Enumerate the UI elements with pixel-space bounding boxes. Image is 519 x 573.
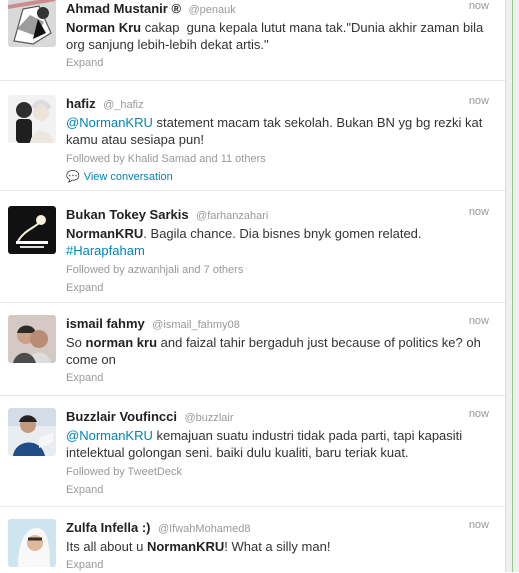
tweet-text-bold: Norman Kru	[66, 20, 142, 35]
vertical-scrollbar[interactable]	[505, 0, 519, 572]
tweet-author-handle[interactable]: @buzzlair	[184, 412, 233, 424]
scrollbar-track-line	[512, 0, 513, 572]
avatar-image	[8, 519, 56, 567]
expand-link[interactable]: Expand	[66, 370, 489, 386]
tweet-author-name[interactable]: Ahmad Mustanir ®	[66, 1, 181, 16]
tweet-text: Norman Kru cakap guna kepala lutut mana …	[66, 19, 489, 53]
tweet-hashtag[interactable]: #Harapfaham	[66, 243, 145, 258]
tweet-timestamp[interactable]: now	[469, 95, 489, 107]
followed-by-text[interactable]: Followed by azwanhjali and 7 others	[66, 262, 489, 278]
tweet-timestamp[interactable]: now	[469, 0, 489, 12]
tweet-author-handle[interactable]: @IfwahMohamed8	[158, 523, 251, 535]
speech-bubble-icon: 💬	[66, 171, 80, 183]
followed-by-text[interactable]: Followed by TweetDeck	[66, 464, 489, 480]
expand-link[interactable]: Expand	[66, 280, 489, 296]
tweet-text: @NormanKRU kemajuan suatu industri tidak…	[66, 427, 489, 461]
tweet-text-prefix: So	[66, 335, 86, 350]
tweet-text: So norman kru and faizal tahir bergaduh …	[66, 334, 489, 368]
followed-by-text[interactable]: Followed by Khalid Samad and 11 others	[66, 151, 489, 167]
tweet-author-handle[interactable]: @farhanzahari	[196, 210, 268, 222]
avatar-image	[8, 408, 56, 456]
avatar-image	[8, 315, 56, 363]
tweet-text-bold: NormanKRU	[146, 539, 225, 554]
tweet-item[interactable]: Bukan Tokey Sarkis @farhanzahari now Nor…	[0, 191, 505, 303]
tweet-text-body: . Bagila chance. Dia bisnes bnyk gomen r…	[143, 226, 422, 241]
tweet-author-name[interactable]: Zulfa Infella :)	[66, 520, 151, 535]
avatar-image	[8, 0, 56, 47]
tweet-item[interactable]: hafiz @_hafiz now @NormanKRU statement m…	[0, 81, 505, 191]
tweet-avatar-buzzlair[interactable]	[8, 408, 56, 456]
tweet-author-name[interactable]: Buzzlair Voufincci	[66, 409, 177, 424]
tweet-author-name[interactable]: Bukan Tokey Sarkis	[66, 207, 189, 222]
tweet-author-handle[interactable]: @penauk	[189, 4, 236, 16]
tweet-avatar-zulfa[interactable]	[8, 519, 56, 567]
tweet-avatar-hafiz[interactable]	[8, 95, 56, 143]
tweet-header: Ahmad Mustanir ® @penauk now	[66, 0, 489, 18]
tweet-author-handle[interactable]: @ismail_fahmy08	[152, 319, 240, 331]
tweet-header: hafiz @_hafiz now	[66, 95, 489, 113]
tweet-text-bold: norman kru	[85, 335, 158, 350]
tweet-timestamp[interactable]: now	[469, 315, 489, 327]
tweet-avatar-ahmad[interactable]	[8, 0, 56, 47]
view-conversation-label: View conversation	[83, 171, 173, 183]
tweet-avatar-ismail[interactable]	[8, 315, 56, 363]
tweet-header: Buzzlair Voufincci @buzzlair now	[66, 408, 489, 426]
tweet-item[interactable]: Zulfa Infella :) @IfwahMohamed8 now Its …	[0, 507, 505, 572]
tweet-header: ismail fahmy @ismail_fahmy08 now	[66, 315, 489, 333]
tweet-author-name[interactable]: ismail fahmy	[66, 316, 145, 331]
tweet-item[interactable]: Ahmad Mustanir ® @penauk now Norman Kru …	[0, 0, 505, 81]
tweet-text: Its all about u NormanKRU! What a silly …	[66, 538, 489, 555]
tweet-text: NormanKRU. Bagila chance. Dia bisnes bny…	[66, 225, 489, 259]
tweet-timestamp[interactable]: now	[469, 519, 489, 531]
tweet-avatar-farhan[interactable]	[8, 206, 56, 254]
tweet-mention[interactable]: @NormanKRU	[66, 428, 153, 443]
avatar-image	[8, 95, 56, 143]
tweet-text-prefix: Its all about u	[66, 539, 147, 554]
tweet-timestamp[interactable]: now	[469, 206, 489, 218]
tweet-mention[interactable]: @NormanKRU	[66, 115, 153, 130]
tweet-text: @NormanKRU statement macam tak sekolah. …	[66, 114, 489, 148]
tweet-header: Zulfa Infella :) @IfwahMohamed8 now	[66, 519, 489, 537]
tweet-timestamp[interactable]: now	[469, 408, 489, 420]
tweet-timeline: Ahmad Mustanir ® @penauk now Norman Kru …	[0, 0, 506, 572]
tweet-author-name[interactable]: hafiz	[66, 96, 96, 111]
expand-link[interactable]: Expand	[66, 482, 489, 498]
tweet-author-handle[interactable]: @_hafiz	[103, 99, 144, 111]
expand-link[interactable]: Expand	[66, 55, 489, 71]
expand-link[interactable]: Expand	[66, 557, 489, 573]
tweet-text-body: ! What a silly man!	[224, 539, 331, 554]
tweet-item[interactable]: ismail fahmy @ismail_fahmy08 now So norm…	[0, 303, 505, 396]
tweet-item[interactable]: Buzzlair Voufincci @buzzlair now @Norman…	[0, 396, 505, 507]
view-conversation-link[interactable]: 💬 View conversation	[66, 169, 489, 185]
tweet-text-bold: NormanKRU	[66, 226, 144, 241]
avatar-image	[8, 206, 56, 254]
tweet-header: Bukan Tokey Sarkis @farhanzahari now	[66, 206, 489, 224]
